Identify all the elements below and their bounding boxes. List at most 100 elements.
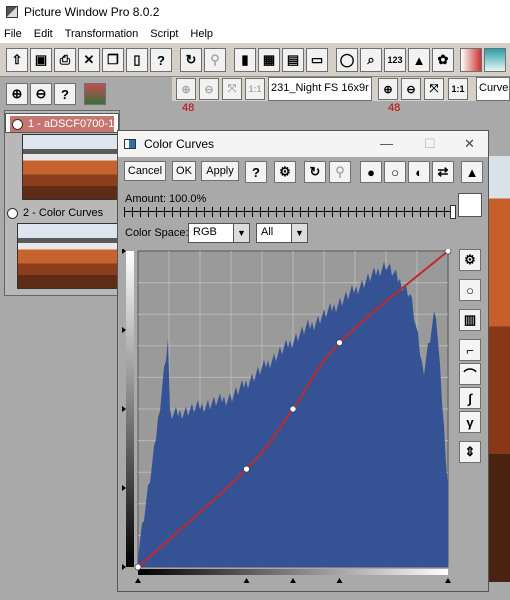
- one-to-one-button[interactable]: 1:1: [245, 78, 265, 100]
- fit-icon[interactable]: ⤧: [222, 78, 242, 100]
- curve-point: [336, 339, 343, 346]
- curves-tab[interactable]: Curves: [476, 77, 510, 101]
- magnifier-icon[interactable]: ⌕: [360, 48, 382, 72]
- menu-transformation[interactable]: Transformation: [65, 28, 139, 40]
- zoom-level: 48: [182, 102, 195, 114]
- radio-icon[interactable]: [12, 118, 23, 130]
- close-icon[interactable]: ✕: [464, 136, 475, 152]
- preview-image[interactable]: [488, 156, 510, 582]
- minimize-icon[interactable]: —: [380, 136, 393, 151]
- zoom-out-icon[interactable]: ⊖: [30, 83, 52, 105]
- gear-icon[interactable]: ⚙: [274, 161, 296, 183]
- zoom-in-icon[interactable]: ⊕: [6, 83, 28, 105]
- app-logo-icon: [6, 6, 18, 18]
- 123-icon[interactable]: 123: [384, 48, 406, 72]
- color-space-label: Color Space:: [125, 227, 189, 239]
- output-marker: [122, 248, 126, 254]
- app-titlebar: Picture Window Pro 8.0.2: [0, 0, 510, 24]
- image-thumbnail[interactable]: [17, 223, 119, 289]
- save-icon[interactable]: ▣: [30, 48, 52, 72]
- one-to-one-button[interactable]: 1:1: [448, 78, 468, 100]
- zoom-in-icon[interactable]: ⊕: [176, 78, 196, 100]
- radio-icon[interactable]: [7, 207, 18, 219]
- color-curves-dialog: Color Curves — ☐ ✕ Cancel OK Apply ? ⚙ ↻…: [117, 130, 489, 592]
- menu-file[interactable]: File: [4, 28, 22, 40]
- open-icon[interactable]: ⇧: [6, 48, 28, 72]
- circle-icon[interactable]: ○: [459, 279, 481, 301]
- curve-point: [289, 405, 297, 413]
- circle-dark-icon[interactable]: ●: [360, 161, 382, 183]
- gear-icon[interactable]: ⚙: [459, 249, 481, 271]
- chevron-down-icon[interactable]: ▼: [233, 224, 249, 242]
- amount-label: Amount: 100.0%: [125, 193, 207, 205]
- input-marker: [336, 578, 343, 583]
- list-item[interactable]: 1 - aDSCF0700-1-HDF: [5, 113, 124, 200]
- zoom-out-icon[interactable]: ⊖: [199, 78, 219, 100]
- channel-select[interactable]: All ▼: [256, 223, 308, 243]
- refresh-icon[interactable]: ↻: [180, 48, 202, 72]
- print-icon[interactable]: ⎙: [54, 48, 76, 72]
- image-list: 1 - aDSCF0700-1-HDF 2 - Color Curves: [4, 110, 124, 296]
- color-swatch[interactable]: [458, 193, 482, 217]
- output-marker: [122, 327, 126, 333]
- curve-graph[interactable]: [120, 247, 460, 585]
- close-icon[interactable]: ✕: [78, 48, 100, 72]
- help-icon[interactable]: ?: [150, 48, 172, 72]
- image-label: 1 - aDSCF0700-1-HDF: [28, 118, 114, 130]
- help-button[interactable]: ?: [54, 83, 76, 105]
- maximize-icon[interactable]: ☐: [424, 136, 436, 152]
- image-window-title[interactable]: 231_Night FS 16x9r v: [268, 77, 372, 101]
- panel-icon[interactable]: ▮: [234, 48, 256, 72]
- list-icon[interactable]: ▤: [282, 48, 304, 72]
- palette-icon[interactable]: ✿: [432, 48, 454, 72]
- color-icon[interactable]: [484, 48, 506, 72]
- image-thumbnail[interactable]: [22, 134, 124, 200]
- copy-icon[interactable]: ❐: [102, 48, 124, 72]
- apply-button[interactable]: Apply: [201, 161, 239, 181]
- histogram-icon[interactable]: ▥: [459, 309, 481, 331]
- input-marker: [135, 578, 141, 583]
- output-gradient-bar: [126, 251, 134, 567]
- window-icon[interactable]: ▭: [306, 48, 328, 72]
- updown-icon[interactable]: ⇕: [459, 441, 481, 463]
- circle-icon[interactable]: ○: [384, 161, 406, 183]
- help-button[interactable]: ?: [245, 161, 267, 183]
- swap-icon[interactable]: ⇄: [432, 161, 454, 183]
- histogram-icon[interactable]: ▲: [461, 161, 483, 183]
- menu-help[interactable]: Help: [190, 28, 213, 40]
- image-label: 2 - Color Curves: [23, 207, 104, 219]
- input-marker: [243, 578, 250, 583]
- fit-icon[interactable]: ⤧: [424, 78, 444, 100]
- chevron-down-icon[interactable]: ▼: [291, 224, 307, 242]
- output-marker: [122, 564, 126, 570]
- curve-graph-svg[interactable]: [120, 247, 460, 585]
- menu-script[interactable]: Script: [150, 28, 178, 40]
- channel-value: All: [261, 226, 274, 238]
- zoom-in-icon[interactable]: ⊕: [378, 78, 398, 100]
- s-curve-icon[interactable]: ∫: [459, 387, 481, 409]
- ok-button[interactable]: OK: [172, 161, 196, 181]
- slider-handle[interactable]: [450, 205, 456, 219]
- input-marker: [290, 578, 296, 583]
- grid-icon[interactable]: ▦: [258, 48, 280, 72]
- step-curve-icon[interactable]: ⌐: [459, 339, 481, 361]
- menu-edit[interactable]: Edit: [34, 28, 53, 40]
- color-space-select[interactable]: RGB ▼: [188, 223, 250, 243]
- output-marker: [122, 485, 126, 491]
- list-item[interactable]: 2 - Color Curves: [5, 205, 119, 289]
- gamma-icon[interactable]: γ: [459, 411, 481, 433]
- mouse-icon[interactable]: ◯: [336, 48, 358, 72]
- half-circle-icon[interactable]: ◐: [408, 161, 430, 183]
- dialog-titlebar[interactable]: Color Curves — ☐ ✕: [118, 131, 488, 157]
- curve-icon[interactable]: ⌒: [459, 363, 481, 385]
- amount-slider[interactable]: [124, 205, 456, 219]
- run-icon[interactable]: ⚲: [329, 161, 351, 183]
- zoom-out-icon[interactable]: ⊖: [401, 78, 421, 100]
- histogram-icon[interactable]: ▲: [408, 48, 430, 72]
- refresh-icon[interactable]: ↻: [304, 161, 326, 183]
- paste-icon[interactable]: ▯: [126, 48, 148, 72]
- thumbnail-color-icon[interactable]: [84, 83, 106, 105]
- run-icon[interactable]: ⚲: [204, 48, 226, 72]
- gradient-icon[interactable]: [460, 48, 482, 72]
- cancel-button[interactable]: Cancel: [124, 161, 166, 181]
